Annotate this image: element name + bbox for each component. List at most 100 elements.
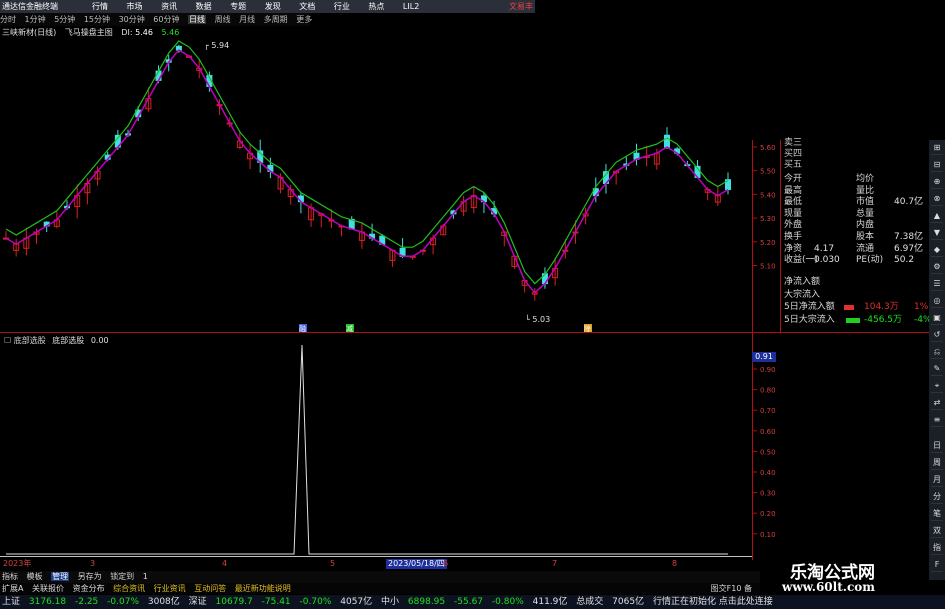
- lower-tick-label: 0.70: [760, 407, 776, 415]
- sz-change: -75.41: [261, 597, 291, 607]
- flow-label: 大宗流入: [784, 289, 821, 300]
- sz-pct: -0.70%: [299, 597, 332, 607]
- flow-value: -456.5万: [864, 314, 903, 325]
- lower-tick-label: 0.80: [760, 387, 776, 395]
- sidebar-button[interactable]: 月: [931, 474, 943, 487]
- year-label: 2023年: [3, 559, 32, 568]
- month-label: 3: [90, 559, 96, 568]
- sidebar-button[interactable]: 分: [931, 491, 943, 504]
- sidebar-tool-icon[interactable]: ⊕: [931, 176, 943, 189]
- quote-value: 7.38亿: [894, 232, 924, 242]
- date-tag: 2023/05/18/四: [386, 559, 447, 569]
- quote-label: 换手: [784, 232, 803, 242]
- price-tick-label: 5.40: [760, 191, 776, 199]
- flow-pct: 1%: [914, 302, 929, 312]
- sidebar-tool-icon[interactable]: ≡: [931, 414, 943, 427]
- quote-label: 市值: [856, 197, 875, 208]
- news-item[interactable]: 行业资讯: [154, 584, 186, 593]
- month-label: 4: [222, 559, 228, 568]
- watermark: 乐淘公式网 www.60lt.com: [770, 558, 945, 595]
- sidebar-tool-icon[interactable]: ↺: [931, 329, 943, 342]
- tab-save-as[interactable]: 另存为: [78, 572, 102, 581]
- sidebar-tool-icon[interactable]: ⊟: [931, 159, 943, 172]
- news-item[interactable]: 关联报价: [32, 584, 64, 593]
- sh-amount: 3008亿: [147, 597, 180, 607]
- sh-label[interactable]: 上证: [2, 597, 20, 607]
- lower-tick-label: 0.60: [760, 428, 776, 436]
- zx-label[interactable]: 中小: [381, 597, 399, 607]
- sidebar-tool-icon[interactable]: ⊗: [931, 193, 943, 206]
- tab-manage[interactable]: 管理: [51, 572, 70, 581]
- flow-label: 净流入额: [784, 277, 821, 287]
- sidebar-tool-icon[interactable]: ⌖: [931, 380, 943, 393]
- sidebar-button[interactable]: 日: [931, 440, 943, 453]
- lower-indicator-label[interactable]: 底部选股: [14, 336, 46, 345]
- news-item[interactable]: 综合资讯: [113, 584, 145, 593]
- quote-label: 最高: [784, 185, 803, 196]
- sidebar-tool-icon[interactable]: ✎: [931, 363, 943, 376]
- date-markers: 融减除: [299, 324, 592, 333]
- sidebar-tool-icon[interactable]: ⇄: [931, 397, 943, 410]
- quote-value: 0.030: [814, 255, 840, 266]
- lower-tick-label: 0.30: [760, 490, 776, 498]
- news-item[interactable]: 扩展A: [2, 584, 23, 593]
- quote-label: 净资: [784, 243, 803, 254]
- lower-indicator-info: ☐ 底部选股 底部选股 0.00: [4, 336, 109, 345]
- news-item[interactable]: 最近新功能说明: [235, 584, 291, 593]
- candle-body: [663, 134, 670, 148]
- sidebar-tool-icon[interactable]: ⊞: [931, 142, 943, 155]
- month-label: 8: [672, 559, 678, 568]
- sidebar-button[interactable]: 周: [931, 457, 943, 470]
- lower-indicator-line: [6, 344, 728, 555]
- sidebar-tool-icon[interactable]: ⎌: [931, 346, 943, 359]
- price-tick-label: 5.20: [760, 239, 776, 247]
- price-tick-label: 5.60: [760, 144, 776, 152]
- month-label: 7: [552, 559, 558, 568]
- date-marker-label: 减: [346, 324, 353, 333]
- high-price-label: ┌ 5.94: [204, 41, 230, 50]
- zx-amount: 411.9亿: [532, 597, 568, 607]
- sh-pct: -0.07%: [107, 597, 139, 607]
- lower-indicator-value: 0.00: [90, 336, 109, 345]
- quote-panel: 卖三 买四 买五 今开 均价 最高 量比 最低 市值 40.7亿 现量 总量 外盘 内盘 换手 股本 7.…: [784, 138, 932, 330]
- quote-label: 现量: [784, 208, 803, 219]
- lower-tick-label: 0.50: [760, 448, 776, 456]
- zx-pct: -0.80%: [491, 597, 524, 607]
- sidebar-tool-icon[interactable]: ▣: [931, 312, 943, 325]
- bid-level-label: 买五: [784, 160, 803, 170]
- quote-label: 量比: [856, 185, 875, 196]
- tab-indicator[interactable]: 指标: [2, 572, 18, 581]
- tab-template[interactable]: 模板: [27, 572, 43, 581]
- flow-label: 5日净流入额: [784, 302, 835, 312]
- sidebar-button[interactable]: 指: [931, 542, 943, 555]
- news-item[interactable]: 资金分布: [73, 584, 105, 593]
- sidebar-tool-icon[interactable]: ▼: [931, 227, 943, 240]
- sidebar-button[interactable]: 双: [931, 525, 943, 538]
- sidebar-tool-icon[interactable]: ◆: [931, 244, 943, 257]
- flow-bar: [844, 305, 854, 310]
- tab-lock-to[interactable]: 锁定到: [110, 572, 134, 581]
- sh-value: 3176.18: [28, 597, 67, 607]
- status-message[interactable]: 行情正在初始化 点击此处连接: [653, 597, 773, 607]
- news-item[interactable]: 互动问答: [194, 584, 226, 593]
- band-line: [5, 40, 729, 285]
- quote-label: 总量: [856, 208, 875, 219]
- date-marker-label: 融: [299, 324, 306, 333]
- month-label: 5: [330, 559, 336, 568]
- lower-tick-label: 0.40: [760, 469, 776, 477]
- quote-label: 今开: [784, 174, 803, 184]
- sidebar-tool-icon[interactable]: ▲: [931, 210, 943, 223]
- tab-lock-count[interactable]: 1: [143, 572, 148, 581]
- sidebar-tool-icon[interactable]: ◎: [931, 295, 943, 308]
- news-bar: 扩展A 关联报价 资金分布 综合资讯 行业资讯 互动问答 最近新功能说明 图交F…: [0, 583, 760, 594]
- quote-value: 4.17: [814, 243, 835, 254]
- sidebar-tool-icon[interactable]: ⚙: [931, 261, 943, 274]
- month-label: 6: [443, 559, 449, 568]
- news-right[interactable]: 图交F10 备: [711, 583, 752, 594]
- sidebar-tool-icon[interactable]: ☰: [931, 278, 943, 291]
- bid-level-label: 买四: [784, 149, 803, 159]
- lower-tick-label: 0.90: [760, 366, 776, 374]
- sz-label[interactable]: 深证: [189, 597, 207, 607]
- quote-label: 最低: [784, 197, 803, 208]
- sidebar-button[interactable]: 笔: [931, 508, 943, 521]
